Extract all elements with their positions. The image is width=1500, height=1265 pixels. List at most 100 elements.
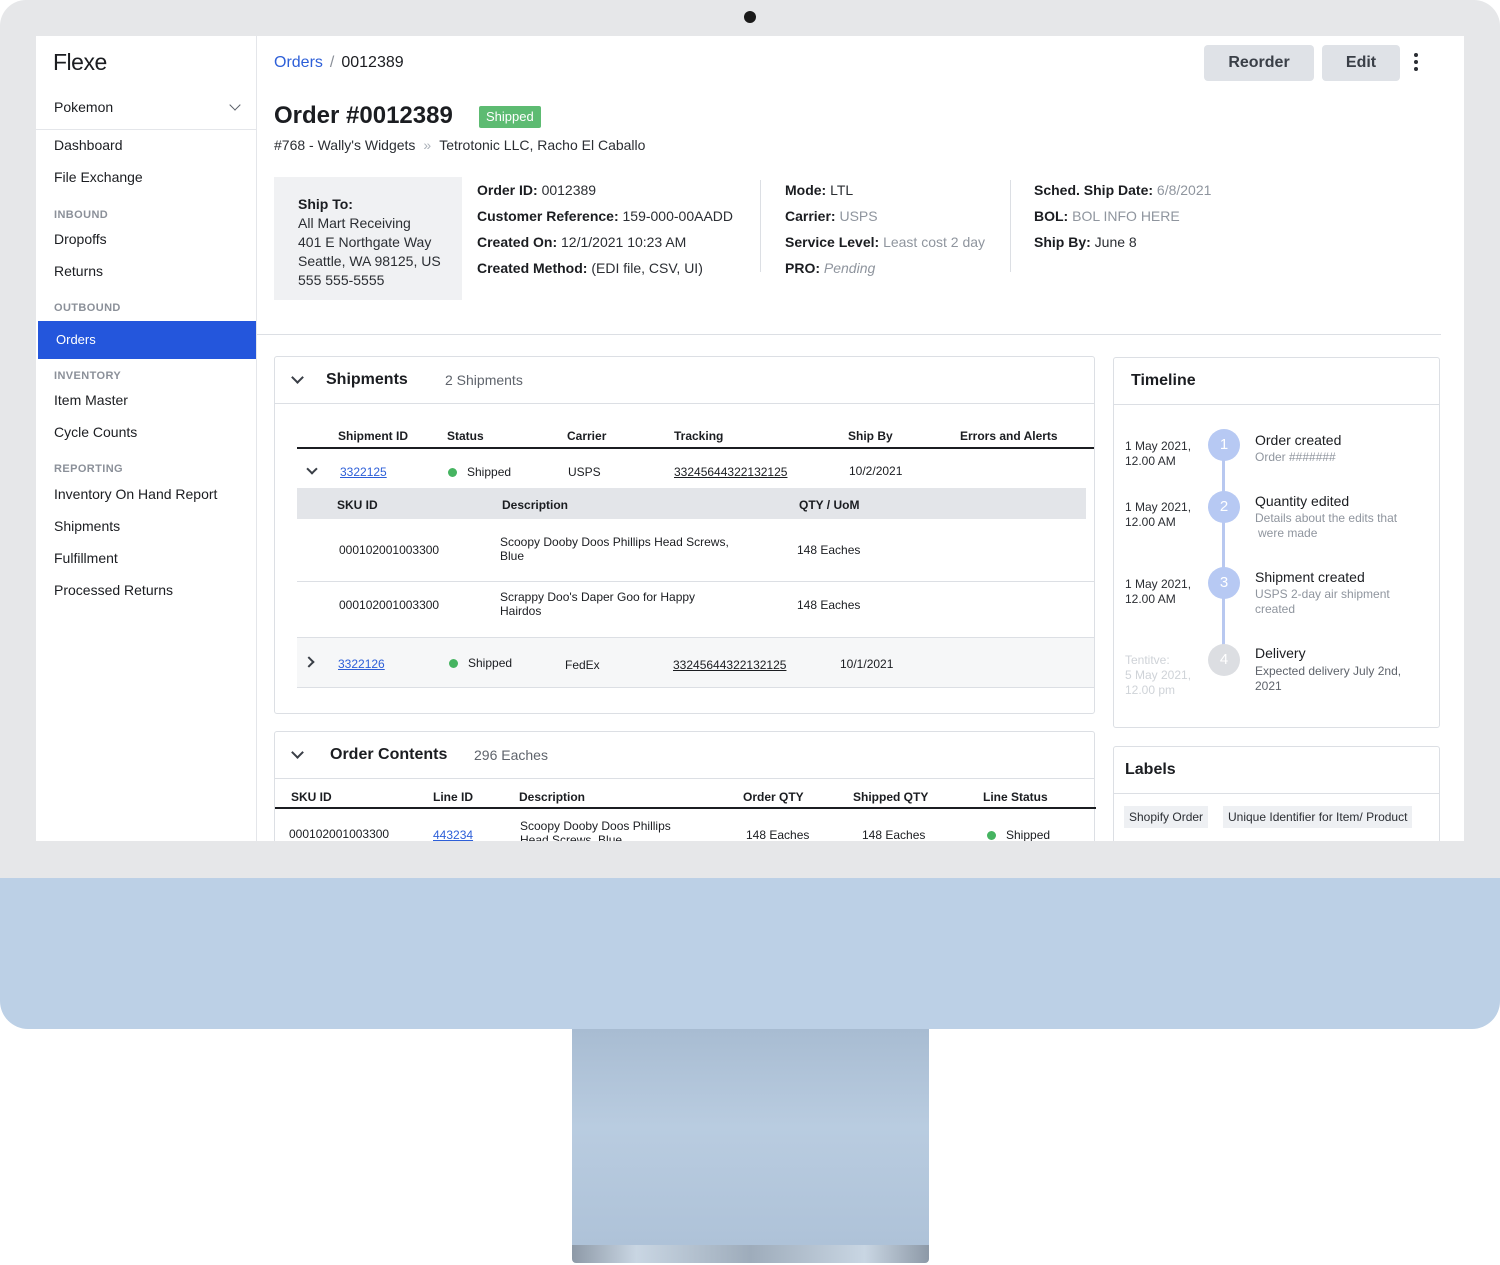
header-underline xyxy=(275,807,1096,809)
status-text: Shipped xyxy=(467,465,512,479)
line-status: Shipped xyxy=(987,828,1050,841)
detail-value: June 8 xyxy=(1094,234,1137,250)
label-chip[interactable]: Unique Identifier for Item/ Product xyxy=(1223,806,1413,828)
row-divider xyxy=(297,687,1094,688)
sidebar-item-processed-returns[interactable]: Processed Returns xyxy=(54,582,173,598)
breadcrumb-orders-link[interactable]: Orders xyxy=(274,54,323,71)
sidebar-item-orders[interactable]: Orders xyxy=(38,321,256,359)
sidebar-item-item-master[interactable]: Item Master xyxy=(54,392,128,408)
breadcrumb: Orders / 0012389 xyxy=(274,54,404,72)
detail-value: 0012389 xyxy=(541,182,597,198)
tracking-link[interactable]: 33245644322132125 xyxy=(674,465,787,479)
timeline-event-title: Quantity edited xyxy=(1255,493,1350,509)
ship-to-panel: Ship To: All Mart Receiving 401 E Northg… xyxy=(274,177,462,300)
double-chevron-icon: » xyxy=(423,137,432,153)
column-header[interactable]: Line Status xyxy=(983,790,1048,804)
ship-to-line: Seattle, WA 98125, US xyxy=(298,253,441,269)
column-header[interactable]: Description xyxy=(502,498,568,512)
line-id-link[interactable]: 443234 xyxy=(433,828,473,841)
column-header[interactable]: Errors and Alerts xyxy=(960,429,1058,443)
detail-label: Sched. Ship Date: xyxy=(1034,182,1154,198)
monitor-stand xyxy=(572,1029,929,1247)
detail-label: Order ID: xyxy=(477,182,538,198)
timeline-event-desc: Expected delivery July 2nd, 2021 xyxy=(1255,664,1402,693)
section-divider xyxy=(257,334,1441,335)
sidebar-section-reporting: REPORTING xyxy=(54,463,123,475)
chevron-down-icon[interactable] xyxy=(291,371,304,384)
workspace-selector[interactable]: Pokemon xyxy=(36,92,257,130)
column-header[interactable]: Line ID xyxy=(433,790,473,804)
shipment-id-link[interactable]: 3322126 xyxy=(338,657,385,671)
sku-id: 000102001003300 xyxy=(289,827,390,841)
monitor-chin xyxy=(0,878,1500,1029)
chevron-down-icon xyxy=(229,99,241,111)
ship-to-label: Ship To: xyxy=(298,196,353,212)
labels-title: Labels xyxy=(1125,761,1176,778)
column-header[interactable]: Ship By xyxy=(848,429,893,443)
more-options-icon[interactable] xyxy=(1414,53,1418,74)
sidebar-item-shipments[interactable]: Shipments xyxy=(54,518,120,534)
reorder-button[interactable]: Reorder xyxy=(1204,45,1314,81)
detail-label: Service Level: xyxy=(785,234,880,250)
column-header[interactable]: Shipped QTY xyxy=(853,790,928,804)
column-header[interactable]: Shipment ID xyxy=(338,429,408,443)
timeline-card-header: Timeline xyxy=(1114,358,1439,405)
chevron-down-icon[interactable] xyxy=(291,746,304,759)
order-contents-card: Order Contents 296 Eaches SKU ID Line ID… xyxy=(274,731,1096,841)
label-chip[interactable]: Shopify Order xyxy=(1124,806,1209,828)
chevron-down-icon[interactable] xyxy=(306,463,318,475)
shipments-card: Shipments 2 Shipments Shipment ID Status… xyxy=(274,356,1095,714)
detail-label: Mode: xyxy=(785,182,827,198)
sidebar-item-returns[interactable]: Returns xyxy=(54,263,103,279)
timeline-date: 1 May 2021, 12.00 AM xyxy=(1125,577,1192,606)
shipment-status: Shipped xyxy=(448,465,511,479)
sidebar-item-fulfillment[interactable]: Fulfillment xyxy=(54,550,118,566)
sku-qty: 148 Eaches xyxy=(797,543,861,557)
shipment-ship-by: 10/1/2021 xyxy=(840,657,894,671)
timeline-event-desc: USPS 2-day air shipment created xyxy=(1255,587,1390,616)
order-contents-count: 296 Eaches xyxy=(474,747,548,763)
column-header[interactable]: SKU ID xyxy=(291,790,332,804)
detail-value: 6/8/2021 xyxy=(1156,182,1212,198)
column-header[interactable]: Status xyxy=(447,429,484,443)
edit-button[interactable]: Edit xyxy=(1322,45,1400,81)
sidebar: Flexe Pokemon Dashboard File Exchange IN… xyxy=(36,36,257,841)
shipments-card-header[interactable]: Shipments 2 Shipments xyxy=(275,357,1094,404)
partner-name[interactable]: Tetrotonic LLC, Racho El Caballo xyxy=(439,137,645,153)
order-contents-card-header[interactable]: Order Contents 296 Eaches xyxy=(275,732,1094,779)
column-header[interactable]: Order QTY xyxy=(743,790,804,804)
timeline-event-desc: Details about the edits that were made xyxy=(1255,511,1398,540)
shipment-id-link[interactable]: 3322125 xyxy=(340,465,387,479)
column-header[interactable]: Tracking xyxy=(674,429,723,443)
sku-description: Scrappy Doo's Daper Goo for Happy Hairdos xyxy=(500,590,696,618)
sidebar-item-inventory-on-hand[interactable]: Inventory On Hand Report xyxy=(54,486,217,502)
tracking-link[interactable]: 33245644322132125 xyxy=(673,658,786,672)
timeline-event-title: Delivery xyxy=(1255,645,1306,661)
timeline-date: Tentitve: 5 May 2021, 12.00 pm xyxy=(1125,653,1192,697)
shipment-ship-by: 10/2/2021 xyxy=(849,464,903,478)
sidebar-section-inventory: INVENTORY xyxy=(54,370,122,382)
column-header[interactable]: QTY / UoM xyxy=(799,498,859,512)
column-header[interactable]: Description xyxy=(519,790,585,804)
column-header[interactable]: Carrier xyxy=(567,429,606,443)
detail-label: BOL: xyxy=(1034,208,1069,224)
monitor-frame: Flexe Pokemon Dashboard File Exchange IN… xyxy=(0,0,1500,880)
account-name[interactable]: #768 - Wally's Widgets xyxy=(274,137,415,153)
column-header[interactable]: SKU ID xyxy=(337,498,378,512)
detail-label: Created On: xyxy=(477,234,558,250)
shipped-qty: 148 Eaches xyxy=(862,828,926,841)
timeline-card: Timeline 1 May 2021, 12.00 AM 1 Order cre… xyxy=(1113,357,1440,728)
monitor-stand-base xyxy=(572,1245,929,1263)
sidebar-item-dropoffs[interactable]: Dropoffs xyxy=(54,231,107,247)
ship-to-line: All Mart Receiving xyxy=(298,215,411,231)
sku-description: Scoopy Dooby Doos Phillips Head Screws, B… xyxy=(500,535,729,563)
sidebar-item-cycle-counts[interactable]: Cycle Counts xyxy=(54,424,137,440)
sidebar-item-file-exchange[interactable]: File Exchange xyxy=(54,169,143,185)
app-logo[interactable]: Flexe xyxy=(53,49,107,76)
sidebar-section-outbound: OUTBOUND xyxy=(54,302,121,314)
sidebar-item-dashboard[interactable]: Dashboard xyxy=(54,137,123,153)
detail-value: Least cost 2 day xyxy=(883,234,986,250)
timeline-event-desc: Order ####### xyxy=(1255,450,1336,464)
status-dot-icon xyxy=(448,468,457,477)
timeline-date: 1 May 2021, 12.00 AM xyxy=(1125,439,1192,468)
